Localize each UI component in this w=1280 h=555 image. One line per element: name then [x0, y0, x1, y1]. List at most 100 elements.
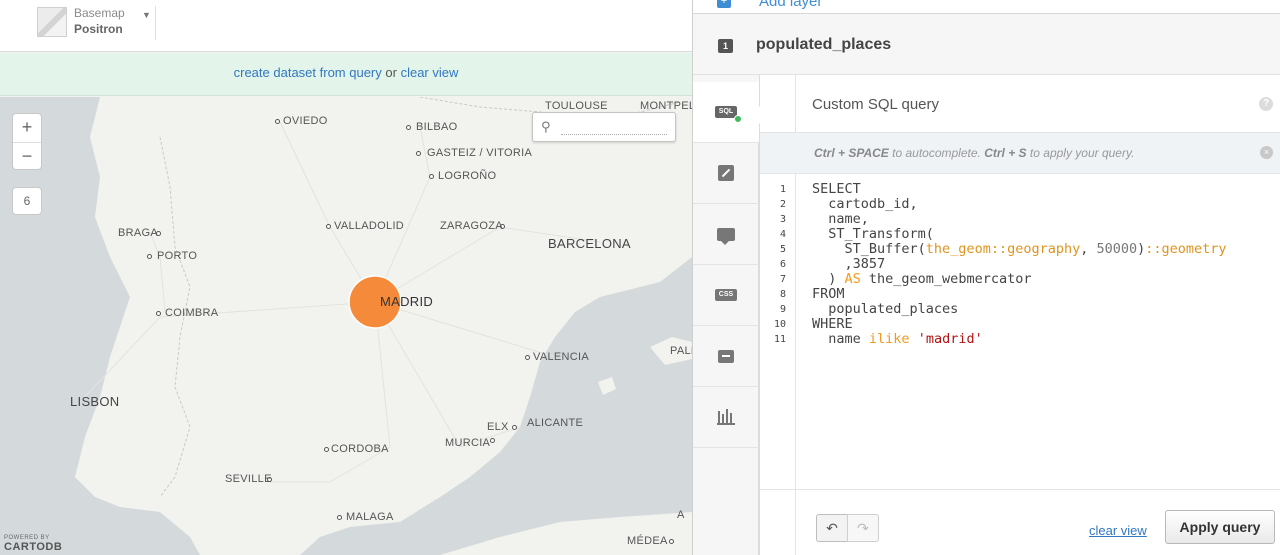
basemap-value: Positron: [74, 22, 123, 36]
cartodb-logo: CARTODB: [4, 541, 63, 553]
create-dataset-link[interactable]: create dataset from query: [234, 65, 382, 80]
madrid-label: MADRID: [380, 294, 434, 309]
code-token: AS: [844, 271, 861, 287]
code-token: ): [812, 271, 845, 287]
tab-legends[interactable]: [693, 326, 759, 387]
code-token: ST_Buffer(: [812, 241, 926, 257]
island-ibiza: [598, 377, 616, 395]
code-line: populated_places: [812, 301, 959, 317]
line-number: 5: [779, 244, 786, 255]
css-icon: CSS: [715, 289, 737, 301]
city-dot: [429, 174, 434, 179]
place-label: BRAGA: [118, 227, 159, 239]
place-label: GASTEIZ / VITORIA: [427, 147, 533, 159]
zoom-control: + −: [12, 113, 42, 170]
place-label: BILBAO: [416, 121, 458, 133]
tab-css[interactable]: CSS: [693, 265, 759, 326]
line-number: 6: [779, 259, 786, 270]
tab-filters[interactable]: [693, 387, 759, 448]
city-dot: [326, 224, 331, 229]
city-dot: [147, 254, 152, 259]
tab-sql[interactable]: SQL: [693, 82, 759, 143]
tab-wizard[interactable]: [693, 143, 759, 204]
basemap-label: Basemap: [74, 6, 125, 20]
info-bar-or: or: [385, 65, 397, 80]
city-dot: [275, 119, 280, 124]
hint-text-autocomplete: to autocomplete.: [892, 146, 981, 160]
place-label: MURCIA: [445, 437, 491, 449]
shortcut-hint-text: Ctrl + SPACE to autocomplete. Ctrl + S t…: [814, 146, 1134, 160]
place-label: ZARAGOZA: [440, 220, 503, 232]
line-number-gutter: 1 2 3 4 5 6 7 8 9 10 11: [760, 174, 796, 489]
map-canvas[interactable]: + − 6 ⚲ TOULOUSE MONTPEL OVIEDO BILBAO G…: [0, 97, 692, 555]
hint-text-apply: to apply your query.: [1029, 146, 1135, 160]
layer-tab-bar: SQL CSS: [693, 82, 759, 555]
clear-view-button[interactable]: clear view: [1089, 523, 1147, 538]
redo-button[interactable]: ↷: [847, 514, 879, 542]
hint-key-autocomplete: Ctrl + SPACE: [814, 146, 889, 160]
clear-view-link[interactable]: clear view: [401, 65, 459, 80]
place-label: COIMBRA: [165, 307, 219, 319]
map-search-input[interactable]: [561, 121, 667, 135]
editor-footer: ↶ ↷ clear view Apply query: [760, 489, 1280, 555]
place-label: OVIEDO: [283, 115, 328, 127]
line-number: 2: [779, 199, 786, 210]
place-label: BARCELONA: [548, 236, 631, 251]
code-line: ,3857: [812, 256, 886, 272]
add-layer-bar[interactable]: + Add layer: [693, 0, 1280, 14]
applied-indicator-icon: [734, 115, 742, 123]
add-layer-button[interactable]: Add layer: [759, 0, 822, 10]
sql-editor-pane: Custom SQL query ? Ctrl + SPACE to autoc…: [751, 75, 1280, 555]
city-dot: [512, 425, 517, 430]
hint-key-apply: Ctrl + S: [984, 146, 1027, 160]
line-number: 3: [779, 214, 786, 225]
city-dot: [337, 515, 342, 520]
code-line: FROM: [812, 286, 845, 302]
map-search: ⚲: [532, 112, 676, 142]
layer-header: 1 populated_places: [693, 15, 1280, 75]
zoom-out-button[interactable]: −: [13, 142, 41, 170]
undo-button[interactable]: ↶: [816, 514, 848, 542]
chevron-down-icon[interactable]: ▼: [142, 10, 151, 20]
city-dot: [406, 125, 411, 130]
tab-infowindow[interactable]: [693, 204, 759, 265]
code-token: ,: [1080, 241, 1097, 257]
editor-header: Custom SQL query ?: [760, 75, 1280, 133]
basemap-selector[interactable]: Basemap Positron ▼: [36, 6, 156, 40]
layer-name[interactable]: populated_places: [756, 36, 891, 54]
basemap-thumbnail: [37, 7, 67, 37]
code-line: ST_Buffer(the_geom::geography, 50000)::g…: [812, 241, 1227, 257]
city-dot: [525, 355, 530, 360]
place-label: LOGROÑO: [438, 170, 497, 182]
code-token: ilike: [868, 331, 910, 347]
legend-icon: [718, 349, 734, 363]
code-line: name,: [812, 211, 869, 227]
cartodb-attribution: POWERED BY CARTODB: [4, 535, 62, 553]
zoom-in-button[interactable]: +: [13, 114, 41, 142]
place-label: LISBON: [70, 394, 120, 409]
code-token: the_geom::geography: [925, 241, 1081, 257]
close-icon[interactable]: ×: [1260, 146, 1273, 159]
apply-query-button[interactable]: Apply query: [1165, 510, 1275, 544]
top-bar: Basemap Positron ▼: [0, 0, 692, 52]
line-number: 7: [779, 274, 786, 285]
code-line: SELECT: [812, 181, 861, 197]
place-label: VALLADOLID: [334, 220, 405, 232]
code-line: cartodb_id,: [812, 196, 918, 212]
zoom-level-indicator: 6: [12, 187, 42, 215]
place-label: MALAGA: [346, 511, 394, 523]
code-line: ST_Transform(: [812, 226, 934, 242]
place-label: MÉDEA: [627, 535, 668, 547]
help-icon[interactable]: ?: [1259, 97, 1273, 111]
place-label: TOULOUSE: [545, 100, 608, 112]
place-label: ALICANTE: [527, 417, 584, 429]
place-label: PORTO: [157, 250, 198, 262]
layer-number-badge: 1: [718, 39, 733, 53]
city-dot: [490, 438, 495, 443]
sql-code-editor[interactable]: 1 2 3 4 5 6 7 8 9 10 11 SELECT cartodb_i…: [760, 174, 1280, 489]
line-number: 10: [773, 319, 786, 330]
bar-chart-icon: [717, 409, 735, 425]
line-number: 1: [779, 184, 786, 195]
editor-title: Custom SQL query: [812, 96, 939, 113]
